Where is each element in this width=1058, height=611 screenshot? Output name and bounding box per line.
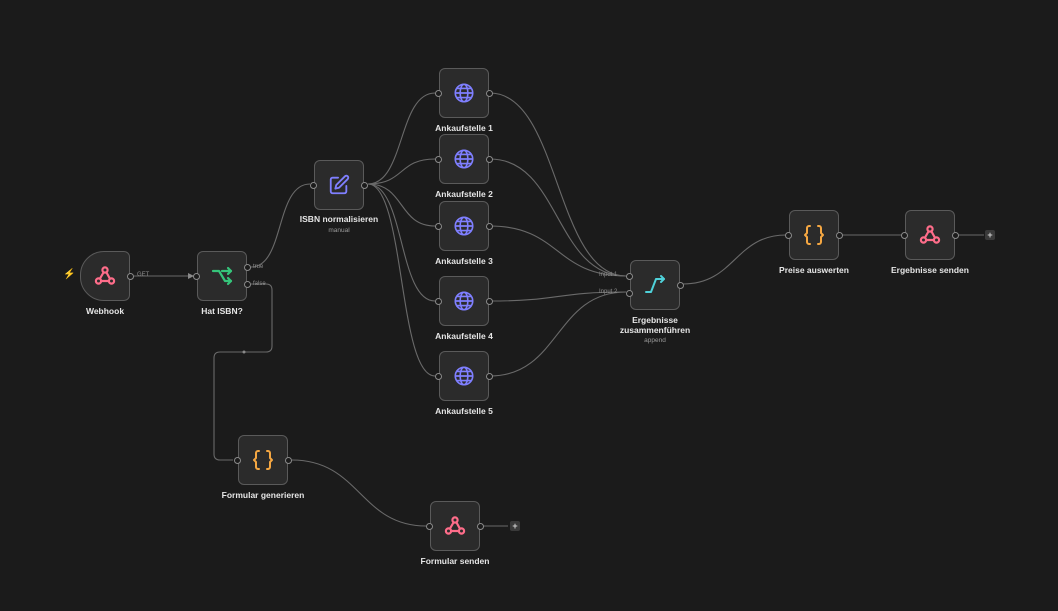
edge-isbn-a2 xyxy=(367,158,436,185)
input-handle[interactable] xyxy=(435,298,442,305)
input-handle[interactable] xyxy=(435,223,442,230)
ergebnisse-senden-label: Ergebnisse senden xyxy=(891,265,969,275)
edge-isbn-a5 xyxy=(367,183,436,377)
input-handle[interactable] xyxy=(901,232,908,239)
globe-icon xyxy=(451,288,477,314)
code-braces-icon xyxy=(250,447,276,473)
globe-icon xyxy=(451,80,477,106)
code-braces-icon xyxy=(801,222,827,248)
edge-a3-merge xyxy=(489,225,627,277)
ankaufstelle-5-node[interactable] xyxy=(435,351,493,401)
formular-generieren-label: Formular generieren xyxy=(221,490,305,500)
input-1-label: Input 1 xyxy=(599,272,618,278)
false-branch-label: false xyxy=(253,281,266,287)
ergebnisse-zusammenfuehren-label-line2: zusammenführen xyxy=(619,325,691,335)
hat-isbn-node[interactable] xyxy=(193,251,251,301)
output-handle[interactable] xyxy=(486,373,493,380)
output-handle[interactable] xyxy=(127,273,134,280)
workflow-canvas[interactable]: ⚡ GET Webhook true false Hat ISBN? ISBN … xyxy=(0,0,1058,611)
webhook-method-label: GET xyxy=(137,272,150,278)
output-handle[interactable] xyxy=(677,282,684,289)
webhook-node[interactable] xyxy=(80,251,134,301)
input-handle[interactable] xyxy=(310,182,317,189)
preise-auswerten-node[interactable] xyxy=(785,210,843,260)
add-node-button[interactable]: + xyxy=(510,521,520,531)
webhook-icon xyxy=(442,513,468,539)
webhook-icon xyxy=(917,222,943,248)
edge-hat-isbn-true-isbn xyxy=(250,183,311,268)
input-handle[interactable] xyxy=(193,273,200,280)
input-handle[interactable] xyxy=(426,523,433,530)
ankaufstelle-4-node[interactable] xyxy=(435,276,493,326)
ankaufstelle-5-label: Ankaufstelle 5 xyxy=(435,406,493,416)
false-output-handle[interactable] xyxy=(244,281,251,288)
input-1-handle[interactable] xyxy=(626,273,633,280)
output-handle[interactable] xyxy=(361,182,368,189)
output-handle[interactable] xyxy=(477,523,484,530)
output-handle[interactable] xyxy=(486,298,493,305)
ankaufstelle-4-label: Ankaufstelle 4 xyxy=(435,331,493,341)
ankaufstelle-1-node[interactable] xyxy=(435,68,493,118)
isbn-normalisieren-node[interactable] xyxy=(310,160,368,210)
edge-a1-merge xyxy=(489,92,627,277)
globe-icon xyxy=(451,363,477,389)
ankaufstelle-3-node[interactable] xyxy=(435,201,493,251)
edge-isbn-a1 xyxy=(367,92,436,185)
output-handle[interactable] xyxy=(952,232,959,239)
output-handle[interactable] xyxy=(486,223,493,230)
webhook-icon xyxy=(92,263,118,289)
ankaufstelle-3-label: Ankaufstelle 3 xyxy=(435,256,493,266)
edit-icon xyxy=(326,172,352,198)
ankaufstelle-1-label: Ankaufstelle 1 xyxy=(435,123,493,133)
output-handle[interactable] xyxy=(836,232,843,239)
hat-isbn-node-label: Hat ISBN? xyxy=(201,306,243,316)
bolt-icon: ⚡ xyxy=(63,269,76,280)
input-handle[interactable] xyxy=(785,232,792,239)
output-handle[interactable] xyxy=(486,156,493,163)
if-branch-icon xyxy=(209,263,235,289)
ankaufstelle-2-label: Ankaufstelle 2 xyxy=(435,189,493,199)
input-handle[interactable] xyxy=(435,156,442,163)
globe-icon xyxy=(451,213,477,239)
formular-senden-node[interactable] xyxy=(426,501,484,551)
add-node-button[interactable]: + xyxy=(985,230,995,240)
true-branch-label: true xyxy=(253,264,264,270)
input-2-handle[interactable] xyxy=(626,290,633,297)
input-2-label: Input 2 xyxy=(599,289,618,295)
output-handle[interactable] xyxy=(486,90,493,97)
edge-isbn-a4 xyxy=(367,183,436,302)
ergebnisse-zusammenfuehren-subtitle: append xyxy=(644,337,666,344)
isbn-normalisieren-label: ISBN normalisieren xyxy=(299,214,379,224)
formular-generieren-node[interactable] xyxy=(234,435,292,485)
isbn-normalisieren-subtitle: manual xyxy=(328,227,350,234)
ankaufstelle-2-node[interactable] xyxy=(435,134,493,184)
ergebnisse-zusammenfuehren-node[interactable] xyxy=(626,260,684,310)
output-handle[interactable] xyxy=(285,457,292,464)
formular-senden-label: Formular senden xyxy=(420,556,490,566)
merge-icon xyxy=(642,272,668,298)
input-handle[interactable] xyxy=(435,90,442,97)
edge-merge-preise xyxy=(682,234,787,285)
ergebnisse-senden-node[interactable] xyxy=(901,210,959,260)
edge-midpoint-dot xyxy=(242,350,246,354)
input-handle[interactable] xyxy=(234,457,241,464)
ergebnisse-zusammenfuehren-label-line1: Ergebnisse xyxy=(632,315,678,325)
true-output-handle[interactable] xyxy=(244,264,251,271)
input-handle[interactable] xyxy=(435,373,442,380)
globe-icon xyxy=(451,146,477,172)
